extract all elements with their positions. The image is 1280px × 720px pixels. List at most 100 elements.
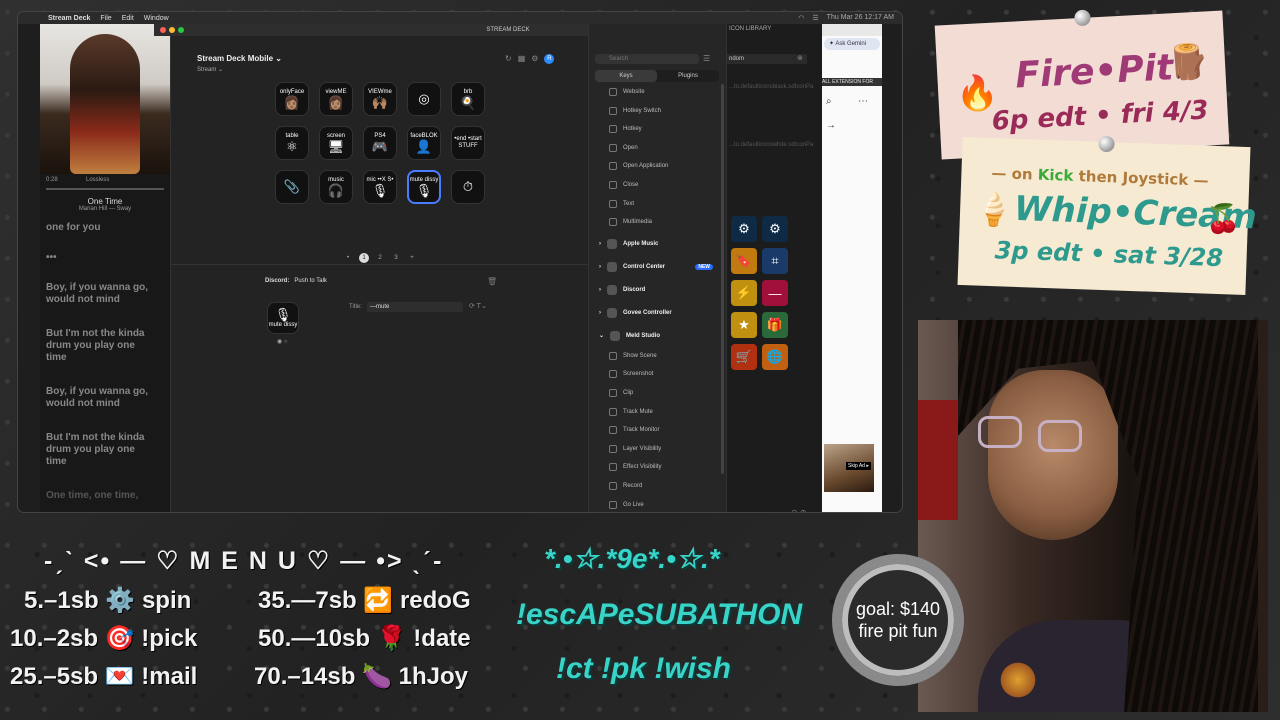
menubar-clock[interactable]: Thu Mar 26 12:17 AM — [827, 14, 894, 22]
device-selector[interactable]: Stream Deck Mobile ⌄ — [197, 54, 282, 63]
library-search-input[interactable]: ndom — [727, 54, 807, 64]
library-icon[interactable]: 🔖 — [731, 248, 757, 274]
list-view-icon[interactable]: ☰ — [703, 54, 710, 63]
add-page-button[interactable]: + — [407, 253, 417, 263]
deck-key[interactable]: music 🎧 — [319, 170, 353, 204]
video-thumbnail[interactable]: Skip Ad ▸ — [824, 444, 874, 492]
arrow-right-icon[interactable]: → — [826, 120, 836, 131]
apps-icon[interactable]: ▦ — [518, 54, 526, 64]
library-icon[interactable]: 🌐 — [762, 344, 788, 370]
action-item[interactable]: Show Scene — [595, 348, 719, 364]
title-input[interactable]: —mute — [367, 302, 463, 312]
action-item[interactable]: Effect Visibility — [595, 459, 719, 475]
deck-key[interactable]: 📎 — [275, 170, 309, 204]
title-format-icon[interactable]: ⟳ T⌄ — [469, 302, 487, 310]
trash-icon[interactable]: 🗑 — [487, 277, 497, 286]
library-icon[interactable]: ⌗ — [762, 248, 788, 274]
clear-search-icon[interactable]: ⊗ — [797, 54, 803, 62]
tab-keys[interactable]: Keys — [595, 70, 657, 82]
action-label: Track Monitor — [623, 427, 660, 434]
deck-key[interactable]: table ⚛ — [275, 126, 309, 160]
deck-key[interactable]: brb 🍳 — [451, 82, 485, 116]
subathon-title: !escAPeSUBATHON — [516, 598, 803, 631]
menu-edit[interactable]: Edit — [122, 15, 134, 22]
library-icon[interactable]: 🛒 — [731, 344, 757, 370]
action-item[interactable]: Track Mute — [595, 404, 719, 420]
control-center-icon[interactable]: ☰ — [812, 14, 818, 22]
progress-bar[interactable] — [46, 188, 164, 190]
library-icon[interactable]: — — [762, 280, 788, 306]
page-2[interactable]: 2 — [375, 253, 385, 263]
library-icon[interactable]: ⚡ — [731, 280, 757, 306]
deck-key-icon: 🍳 — [459, 94, 477, 110]
action-item[interactable]: Hotkey — [595, 121, 719, 137]
state-toggle[interactable]: ◉ ○ — [277, 338, 288, 345]
more-icon[interactable]: ⋯ — [858, 96, 868, 107]
action-item[interactable]: Website — [595, 84, 719, 100]
zoom-icons[interactable]: ⊖ ⊕ — [791, 508, 807, 512]
page-1[interactable]: 1 — [359, 253, 369, 263]
plugin-category[interactable]: › Discord — [593, 281, 719, 299]
menubar-app-name[interactable]: Stream Deck — [48, 15, 90, 22]
note2-subtitle: 3p edt • sat 3/28 — [994, 236, 1224, 273]
sidebar-scrollbar[interactable] — [721, 84, 724, 474]
close-window-icon[interactable] — [160, 27, 166, 33]
deck-key[interactable]: ⏱ — [451, 170, 485, 204]
deck-key[interactable]: ◎ — [407, 82, 441, 116]
actions-search-input[interactable]: Search — [595, 54, 699, 64]
deck-key[interactable]: VIEWme 🙌🏽 — [363, 82, 397, 116]
deck-key[interactable]: PS4 🎮 — [363, 126, 397, 160]
action-label: Track Mute — [623, 408, 653, 415]
deck-key[interactable]: mute dissy 🎙 — [407, 170, 441, 204]
plugin-category[interactable]: › Govee Controller — [593, 304, 719, 322]
zoom-window-icon[interactable] — [178, 27, 184, 33]
settings-icon[interactable]: ⚙ — [531, 54, 538, 64]
action-item[interactable]: Go Live — [595, 497, 719, 512]
plugin-category[interactable]: › Control Center NEW — [593, 258, 719, 276]
deck-key[interactable]: mic ••X S• 🎙 — [363, 170, 397, 204]
inspector-key-preview[interactable]: 🎙 mute dissy — [267, 302, 299, 334]
action-item[interactable]: Open — [595, 140, 719, 156]
plugin-icon — [610, 330, 621, 341]
deck-key-icon: 🖥 — [327, 138, 345, 154]
account-icon[interactable]: R — [544, 54, 555, 64]
action-icon — [609, 370, 617, 379]
menu-window[interactable]: Window — [144, 15, 169, 22]
deck-key[interactable]: viewME 👩🏽 — [319, 82, 353, 116]
page-dot[interactable]: • — [343, 253, 353, 263]
profile-selector[interactable]: Stream ⌄ — [197, 66, 223, 73]
library-icon[interactable]: ★ — [731, 312, 757, 338]
window-title: STREAM DECK — [486, 27, 530, 33]
action-item[interactable]: Layer Visibility — [595, 441, 719, 457]
action-item[interactable]: Clip — [595, 385, 719, 401]
menu-file[interactable]: File — [100, 15, 111, 22]
deck-key[interactable]: faceBLOK 👤 — [407, 126, 441, 160]
action-item[interactable]: Hotkey Switch — [595, 103, 719, 119]
plugin-category[interactable]: ⌄ Meld Studio — [593, 327, 719, 345]
wifi-icon[interactable]: ◠ — [798, 14, 804, 22]
action-item[interactable]: Multimedia — [595, 214, 719, 230]
ask-gemini-button[interactable]: ✦ Ask Gemini — [824, 38, 880, 50]
glasses-right — [1038, 420, 1082, 452]
library-icon[interactable]: 🎁 — [762, 312, 788, 338]
library-icon[interactable]: ⚙ — [731, 216, 757, 242]
deck-key[interactable]: •end •start STUFF — [451, 126, 485, 160]
action-item[interactable]: Screenshot — [595, 366, 719, 382]
search-icon[interactable]: ⌕ — [826, 96, 832, 107]
goal-widget: goal: $140 fire pit fun — [832, 554, 964, 686]
library-icon[interactable]: ⚙ — [762, 216, 788, 242]
page-3[interactable]: 3 — [391, 253, 401, 263]
deck-key[interactable]: onlyFace 👩🏽 — [275, 82, 309, 116]
action-item[interactable]: Track Monitor — [595, 422, 719, 438]
plugin-category[interactable]: › Apple Music — [593, 235, 719, 253]
action-item[interactable]: Open Application — [595, 158, 719, 174]
menu-item: 25.–5sb 💌 !mail — [10, 663, 198, 690]
skip-ad-button[interactable]: Skip Ad ▸ — [846, 462, 871, 470]
action-item[interactable]: Close — [595, 177, 719, 193]
refresh-icon[interactable]: ↻ — [505, 54, 512, 64]
minimize-window-icon[interactable] — [169, 27, 175, 33]
action-item[interactable]: Text — [595, 196, 719, 212]
action-item[interactable]: Record — [595, 478, 719, 494]
deck-key[interactable]: screen 🖥 — [319, 126, 353, 160]
tab-plugins[interactable]: Plugins — [657, 70, 719, 82]
